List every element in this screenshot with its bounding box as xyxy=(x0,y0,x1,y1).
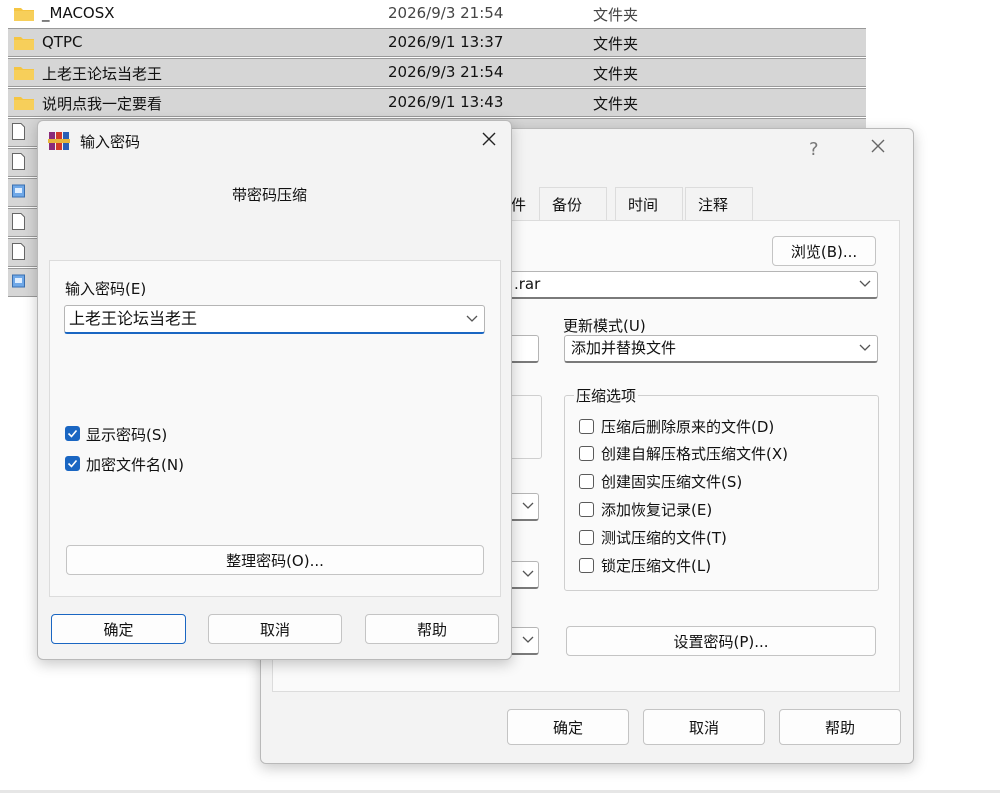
dialog-heading: 带密码压缩 xyxy=(232,186,308,204)
file-date: 2026/9/3 21:54 xyxy=(388,4,504,22)
chevron-down-icon[interactable] xyxy=(466,315,478,323)
file-icon xyxy=(12,153,25,174)
file-row-readme[interactable]: 说明点我一定要看 2026/9/1 13:43 文件夹 xyxy=(8,88,866,117)
chevron-down-icon xyxy=(522,570,534,577)
archive-name-value: .rar xyxy=(514,275,541,293)
file-name: QTPC xyxy=(42,33,83,51)
lock-archive-label: 锁定压缩文件(L) xyxy=(601,557,712,575)
show-password-label: 显示密码(S) xyxy=(86,426,168,444)
tab-time[interactable]: 时间 xyxy=(615,187,683,221)
chevron-down-icon xyxy=(859,344,871,351)
file-name: 说明点我一定要看 xyxy=(42,95,163,113)
file-row-macosx[interactable]: _MACOSX 2026/9/3 21:54 文件夹 xyxy=(8,0,866,29)
file-name: 上老王论坛当老王 xyxy=(42,65,163,83)
file-row-laowang[interactable]: 上老王论坛当老王 2026/9/3 21:54 文件夹 xyxy=(8,58,866,87)
update-mode-value: 添加并替换文件 xyxy=(571,339,677,357)
file-name: _MACOSX xyxy=(42,4,115,22)
file-date: 2026/9/3 21:54 xyxy=(388,63,504,81)
shortcut-file-icon xyxy=(12,183,25,204)
password-value: 上老王论坛当老王 xyxy=(69,309,198,328)
encrypt-filenames-label: 加密文件名(N) xyxy=(86,456,184,474)
encrypt-filenames-checkbox[interactable] xyxy=(65,456,80,471)
test-files-label: 测试压缩的文件(T) xyxy=(601,529,727,547)
organize-passwords-button[interactable]: 整理密码(O)... xyxy=(66,545,484,575)
show-password-checkbox[interactable] xyxy=(65,426,80,441)
file-date: 2026/9/1 13:37 xyxy=(388,33,504,51)
password-input[interactable]: 上老王论坛当老王 xyxy=(64,305,485,334)
file-row-qtpc[interactable]: QTPC 2026/9/1 13:37 文件夹 xyxy=(8,28,866,57)
shortcut-file-icon xyxy=(12,273,25,294)
format-group xyxy=(507,395,542,459)
tab-comment[interactable]: 注释 xyxy=(685,187,753,221)
folder-icon xyxy=(14,6,34,25)
checkmark-icon xyxy=(67,429,78,438)
file-type: 文件夹 xyxy=(593,35,639,53)
ok-button[interactable]: 确定 xyxy=(507,709,629,745)
delete-after-checkbox[interactable] xyxy=(579,419,594,434)
password-input-label: 输入密码(E) xyxy=(65,280,147,298)
sfx-checkbox[interactable] xyxy=(579,446,594,461)
file-icon xyxy=(12,213,25,234)
ok-button[interactable]: 确定 xyxy=(51,614,186,644)
close-icon[interactable] xyxy=(480,130,498,152)
help-button[interactable]: 帮助 xyxy=(779,709,901,745)
update-mode-label: 更新模式(U) xyxy=(563,317,646,335)
dialog-title: 输入密码 xyxy=(80,133,141,151)
file-date: 2026/9/1 13:43 xyxy=(388,93,504,111)
set-password-button[interactable]: 设置密码(P)... xyxy=(566,626,876,656)
recovery-record-checkbox[interactable] xyxy=(579,502,594,517)
recovery-record-label: 添加恢复记录(E) xyxy=(601,501,713,519)
file-icon xyxy=(12,243,25,264)
close-icon[interactable] xyxy=(869,137,887,159)
test-files-checkbox[interactable] xyxy=(579,530,594,545)
help-question-icon[interactable]: ? xyxy=(809,139,819,160)
archive-name-combo[interactable]: .rar xyxy=(507,271,878,299)
solid-checkbox[interactable] xyxy=(579,474,594,489)
checkmark-icon xyxy=(67,459,78,468)
delete-after-label: 压缩后删除原来的文件(D) xyxy=(601,418,775,436)
folder-icon xyxy=(14,65,34,84)
browse-button[interactable]: 浏览(B)... xyxy=(772,236,876,266)
folder-icon xyxy=(14,95,34,114)
sfx-label: 创建自解压格式压缩文件(X) xyxy=(601,445,788,463)
file-icon xyxy=(12,123,25,144)
lock-archive-checkbox[interactable] xyxy=(579,558,594,573)
tab-backup[interactable]: 备份 xyxy=(539,187,607,221)
chevron-down-icon xyxy=(859,280,871,287)
cancel-button[interactable]: 取消 xyxy=(643,709,765,745)
solid-label: 创建固实压缩文件(S) xyxy=(601,473,743,491)
chevron-down-icon xyxy=(522,502,534,509)
folder-icon xyxy=(14,35,34,54)
help-button[interactable]: 帮助 xyxy=(365,614,499,644)
cancel-button[interactable]: 取消 xyxy=(208,614,342,644)
winrar-icon xyxy=(48,131,70,155)
chevron-down-icon xyxy=(522,636,534,643)
password-dialog: 输入密码 带密码压缩 输入密码(E) 上老王论坛当老王 显示密码(S) 加密文件… xyxy=(37,120,512,660)
compression-options-title: 压缩选项 xyxy=(574,385,639,406)
file-type: 文件夹 xyxy=(593,6,639,24)
file-type: 文件夹 xyxy=(593,65,639,83)
update-mode-combo[interactable]: 添加并替换文件 xyxy=(564,335,878,363)
file-type: 文件夹 xyxy=(593,95,639,113)
